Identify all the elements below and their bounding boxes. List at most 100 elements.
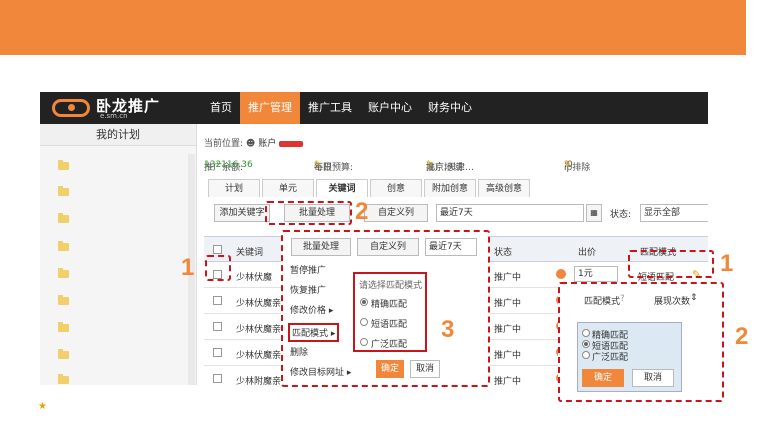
radio-broad[interactable]	[360, 338, 368, 346]
star-icon: ★	[38, 401, 47, 412]
tab-plan[interactable]: 计划	[208, 179, 260, 197]
highlight-match-mode-cell	[628, 250, 714, 278]
breadcrumb-prefix: 当前位置:	[204, 139, 244, 149]
keyword-cell: 少林伏魔	[236, 273, 273, 283]
pause-icon[interactable]	[556, 269, 566, 279]
tab-bar: 计划 单元 关键词 创意 附加创意 高级创意	[208, 179, 532, 197]
caret-right-icon: ▸	[346, 368, 352, 378]
annotation-number: 1	[181, 254, 195, 281]
option-exact: 精确匹配	[371, 300, 408, 310]
custom-columns-button[interactable]: 自定义列	[364, 204, 428, 222]
status-label: 状态:	[610, 210, 632, 220]
edit-icon[interactable]: ✎	[564, 160, 572, 170]
radio-exact[interactable]	[360, 298, 368, 306]
column-status: 状态	[494, 248, 513, 258]
folder-icon[interactable]	[58, 160, 69, 170]
status-cell: 推广中	[494, 325, 522, 335]
option-broad: 广泛匹配	[371, 340, 408, 350]
sort-icon[interactable]: ⇕	[690, 293, 698, 303]
top-navbar: 卧龙推广 e.sm.cn 首页 推广管理 推广工具 账户中心 财务中心	[40, 92, 708, 124]
radio-phrase[interactable]	[360, 318, 368, 326]
folder-icon[interactable]	[58, 213, 69, 223]
redacted-account-name	[279, 140, 304, 147]
folder-icon[interactable]	[58, 349, 69, 359]
bid-input[interactable]: 1元	[574, 266, 618, 282]
tab-advanced-creative[interactable]: 高级创意	[478, 179, 530, 197]
menu-item-modify-url[interactable]: 修改目标网址 ▸	[290, 365, 351, 378]
folder-icon[interactable]	[58, 374, 69, 384]
option-broad: 广泛匹配	[592, 353, 629, 363]
row-checkbox[interactable]	[213, 296, 222, 305]
nav-item-promotion-tools[interactable]: 推广工具	[300, 92, 360, 124]
popup-column-impressions: 展现次数	[654, 297, 691, 307]
keyword-cell: 少林附魔亲	[236, 377, 282, 385]
status-cell: 推广中	[494, 351, 522, 361]
option-phrase: 短语匹配	[371, 320, 408, 330]
date-range-select[interactable]: 最近7天	[425, 238, 477, 256]
radio-broad[interactable]	[582, 351, 590, 359]
add-keyword-button[interactable]: 添加关键字	[214, 204, 270, 222]
caret-right-icon: ▸	[328, 306, 334, 316]
breadcrumb-account[interactable]: 账户	[258, 139, 276, 149]
folder-icon[interactable]	[58, 186, 69, 196]
nav-item-account-center[interactable]: 账户中心	[360, 92, 420, 124]
menu-item-modify-price[interactable]: 修改价格 ▸	[290, 303, 333, 316]
edit-icon[interactable]: ✎	[426, 160, 434, 170]
cancel-button[interactable]: 取消	[632, 369, 674, 387]
menu-item-label: 修改目标网址	[290, 368, 345, 378]
help-icon[interactable]: ?	[620, 294, 625, 304]
tab-keyword[interactable]: 关键词	[316, 179, 368, 197]
folder-icon[interactable]	[58, 295, 69, 305]
folder-icon[interactable]	[58, 268, 69, 278]
header-banner	[0, 0, 746, 55]
batch-process-button[interactable]: 批量处理	[291, 238, 351, 256]
annotation-number: 2	[735, 323, 749, 350]
confirm-button[interactable]: 确定	[582, 369, 624, 387]
breadcrumb: 当前位置: ☻ 账户	[204, 136, 304, 149]
row-checkbox[interactable]	[213, 348, 222, 357]
folder-icon[interactable]	[58, 241, 69, 251]
logo-subtext: e.sm.cn	[100, 112, 128, 120]
cancel-button[interactable]: 取消	[410, 360, 440, 378]
confirm-button[interactable]: 确定	[376, 360, 404, 378]
menu-item-resume[interactable]: 恢复推广	[290, 283, 326, 296]
column-bid: 出价	[578, 248, 597, 258]
nav-item-finance-center[interactable]: 财务中心	[420, 92, 480, 124]
status-cell: 推广中	[494, 273, 522, 283]
sidebar-title: 我的计划	[40, 124, 196, 146]
date-range-select[interactable]: 最近7天	[436, 204, 584, 222]
popup-column-match-mode: 匹配模式	[584, 297, 621, 307]
annotation-number: 3	[441, 316, 455, 343]
balance-value: 132116.36	[204, 160, 253, 170]
radio-exact[interactable]	[582, 329, 590, 337]
tab-extra-creative[interactable]: 附加创意	[424, 179, 476, 197]
status-cell: 推广中	[494, 377, 522, 385]
calendar-icon[interactable]: ▦	[586, 204, 602, 222]
logo[interactable]: 卧龙推广 e.sm.cn	[52, 95, 202, 121]
submenu-title: 请选择匹配模式	[359, 281, 423, 291]
row-checkbox[interactable]	[213, 322, 222, 331]
select-all-checkbox[interactable]	[213, 245, 222, 254]
radio-phrase[interactable]	[582, 340, 590, 348]
match-mode-editor: 精确匹配 短语匹配 广泛匹配 确定 取消	[577, 322, 682, 392]
logo-icon	[52, 99, 90, 117]
highlight-row-checkbox	[205, 255, 231, 281]
tab-unit[interactable]: 单元	[262, 179, 314, 197]
row-checkbox[interactable]	[213, 374, 222, 383]
edit-icon[interactable]: ✎	[314, 160, 322, 170]
menu-item-delete[interactable]: 删除	[290, 345, 308, 358]
folder-icon[interactable]	[58, 322, 69, 332]
nav-item-home[interactable]: 首页	[202, 92, 240, 124]
menu-item-pause[interactable]: 暂停推广	[290, 263, 326, 276]
caret-right-icon: ▸	[330, 329, 336, 339]
menu-item-match-mode[interactable]: 匹配模式 ▸	[288, 323, 340, 342]
tab-creative[interactable]: 创意	[370, 179, 422, 197]
main-nav: 首页 推广管理 推广工具 账户中心 财务中心	[202, 92, 480, 124]
match-mode-submenu: 请选择匹配模式 精确匹配 短语匹配 广泛匹配	[353, 272, 427, 352]
annotation-number: 2	[355, 198, 369, 225]
nav-item-promotion-management[interactable]: 推广管理	[240, 92, 300, 124]
custom-columns-button[interactable]: 自定义列	[357, 238, 419, 256]
column-keyword: 关键词	[236, 248, 264, 258]
annotation-number: 1	[720, 250, 734, 277]
status-select[interactable]: 显示全部	[640, 204, 708, 222]
